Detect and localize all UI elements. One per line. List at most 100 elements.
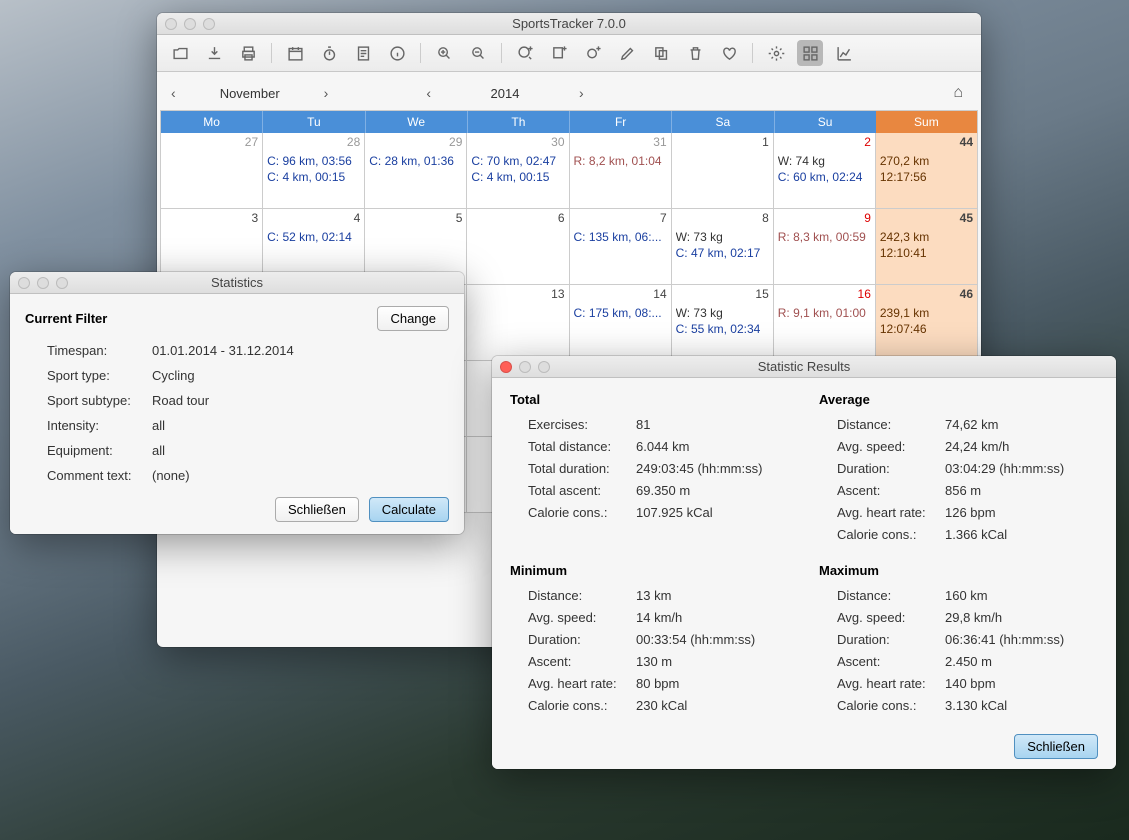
- copy-icon[interactable]: [648, 40, 674, 66]
- stat-label: Avg. speed:: [837, 610, 945, 625]
- calendar-cell[interactable]: 1: [672, 133, 774, 209]
- results-titlebar: Statistic Results: [492, 356, 1116, 378]
- stat-value: 06:36:41 (hh:mm:ss): [945, 632, 1064, 647]
- add-weight-icon[interactable]: [580, 40, 606, 66]
- chart-view-icon[interactable]: [831, 40, 857, 66]
- calendar-cell[interactable]: 15W: 73 kgC: 55 km, 02:34: [672, 285, 774, 361]
- entry[interactable]: W: 74 kg: [778, 153, 871, 169]
- open-icon[interactable]: [167, 40, 193, 66]
- entry[interactable]: 239,1 km: [880, 305, 973, 321]
- entry[interactable]: C: 70 km, 02:47: [471, 153, 564, 169]
- save-icon[interactable]: [201, 40, 227, 66]
- day-number: 45: [960, 211, 973, 225]
- calendar-cell[interactable]: 31R: 8,2 km, 01:04: [570, 133, 672, 209]
- calendar-cell[interactable]: 30C: 70 km, 02:47C: 4 km, 00:15: [467, 133, 569, 209]
- entry[interactable]: R: 8,2 km, 01:04: [574, 153, 667, 169]
- close-button[interactable]: Schließen: [275, 497, 359, 522]
- calendar-cell[interactable]: 45 242,3 km12:10:41: [876, 209, 978, 285]
- results-title: Statistic Results: [492, 359, 1116, 374]
- calendar-cell[interactable]: 27: [161, 133, 263, 209]
- entry[interactable]: C: 4 km, 00:15: [267, 169, 360, 185]
- filter-grid: Timespan:01.01.2014 - 31.12.2014Sport ty…: [47, 343, 449, 483]
- close-button[interactable]: Schließen: [1014, 734, 1098, 759]
- delete-icon[interactable]: [682, 40, 708, 66]
- results-window: Statistic Results TotalExercises:81Total…: [492, 356, 1116, 769]
- stopwatch-icon[interactable]: [316, 40, 342, 66]
- calendar-cell[interactable]: 46239,1 km12:07:46: [876, 285, 978, 361]
- day-number: 3: [251, 211, 258, 225]
- print-icon[interactable]: [235, 40, 261, 66]
- note-icon[interactable]: [350, 40, 376, 66]
- entry[interactable]: R: 9,1 km, 01:00: [778, 305, 871, 321]
- entry[interactable]: C: 47 km, 02:17: [676, 245, 769, 261]
- header-th: Th: [468, 111, 570, 133]
- entry[interactable]: C: 55 km, 02:34: [676, 321, 769, 337]
- zoom-in-icon[interactable]: [431, 40, 457, 66]
- filter-label: Equipment:: [47, 443, 152, 458]
- calendar-cell[interactable]: 13: [467, 285, 569, 361]
- prev-year-button[interactable]: ‹: [422, 85, 435, 101]
- calendar-cell[interactable]: 9 R: 8,3 km, 00:59: [774, 209, 876, 285]
- calendar-cell[interactable]: 29C: 28 km, 01:36: [365, 133, 467, 209]
- filter-value: (none): [152, 468, 190, 483]
- entry[interactable]: 242,3 km: [880, 229, 973, 245]
- calendar-view-icon[interactable]: [797, 40, 823, 66]
- year-label: 2014: [470, 86, 540, 101]
- add-exercise-icon[interactable]: [512, 40, 538, 66]
- next-year-button[interactable]: ›: [575, 85, 588, 101]
- calendar-cell[interactable]: 44270,2 km12:17:56: [876, 133, 978, 209]
- stat-value: 13 km: [636, 588, 671, 603]
- stat-value: 81: [636, 417, 650, 432]
- calendar-header: MoTuWeThFrSaSuSum: [160, 110, 978, 133]
- info-icon[interactable]: [384, 40, 410, 66]
- settings-icon[interactable]: [763, 40, 789, 66]
- calendar-cell[interactable]: 8W: 73 kgC: 47 km, 02:17: [672, 209, 774, 285]
- header-sa: Sa: [672, 111, 774, 133]
- entry[interactable]: 270,2 km: [880, 153, 973, 169]
- entry[interactable]: C: 28 km, 01:36: [369, 153, 462, 169]
- calendar-cell[interactable]: 7 C: 135 km, 06:...: [570, 209, 672, 285]
- calendar-icon[interactable]: [282, 40, 308, 66]
- next-month-button[interactable]: ›: [320, 85, 333, 101]
- day-number: 16: [858, 287, 871, 301]
- stat-label: Avg. speed:: [528, 610, 636, 625]
- stat-value: 249:03:45 (hh:mm:ss): [636, 461, 762, 476]
- calendar-cell[interactable]: 2W: 74 kgC: 60 km, 02:24: [774, 133, 876, 209]
- day-number: 4: [354, 211, 361, 225]
- entry[interactable]: R: 8,3 km, 00:59: [778, 229, 871, 245]
- day-number: 7: [660, 211, 667, 225]
- change-button[interactable]: Change: [377, 306, 449, 331]
- zoom-out-icon[interactable]: [465, 40, 491, 66]
- day-number: 5: [456, 211, 463, 225]
- calendar-cell[interactable]: 28C: 96 km, 03:56C: 4 km, 00:15: [263, 133, 365, 209]
- entry[interactable]: 12:17:56: [880, 169, 973, 185]
- heart-icon[interactable]: [716, 40, 742, 66]
- edit-icon[interactable]: [614, 40, 640, 66]
- stat-value: 856 m: [945, 483, 981, 498]
- entry[interactable]: W: 73 kg: [676, 229, 769, 245]
- filter-label: Sport type:: [47, 368, 152, 383]
- prev-month-button[interactable]: ‹: [167, 85, 180, 101]
- entry[interactable]: C: 4 km, 00:15: [471, 169, 564, 185]
- home-icon[interactable]: ⌂: [953, 84, 971, 102]
- add-note-icon[interactable]: [546, 40, 572, 66]
- entry[interactable]: 12:10:41: [880, 245, 973, 261]
- stat-label: Ascent:: [837, 654, 945, 669]
- maximum-column: MaximumDistance:160 kmAvg. speed:29,8 km…: [819, 563, 1098, 720]
- stat-value: 74,62 km: [945, 417, 998, 432]
- entry[interactable]: W: 73 kg: [676, 305, 769, 321]
- calendar-cell[interactable]: 6: [467, 209, 569, 285]
- entry[interactable]: C: 60 km, 02:24: [778, 169, 871, 185]
- entry[interactable]: C: 96 km, 03:56: [267, 153, 360, 169]
- filter-label: Intensity:: [47, 418, 152, 433]
- calendar-cell[interactable]: 14 C: 175 km, 08:...: [570, 285, 672, 361]
- calendar-cell[interactable]: 16 R: 9,1 km, 01:00: [774, 285, 876, 361]
- day-number: 9: [864, 211, 871, 225]
- entry[interactable]: 12:07:46: [880, 321, 973, 337]
- calculate-button[interactable]: Calculate: [369, 497, 449, 522]
- day-number: 14: [653, 287, 666, 301]
- entry[interactable]: C: 52 km, 02:14: [267, 229, 360, 245]
- stat-label: Exercises:: [528, 417, 636, 432]
- entry[interactable]: C: 175 km, 08:...: [574, 305, 667, 321]
- entry[interactable]: C: 135 km, 06:...: [574, 229, 667, 245]
